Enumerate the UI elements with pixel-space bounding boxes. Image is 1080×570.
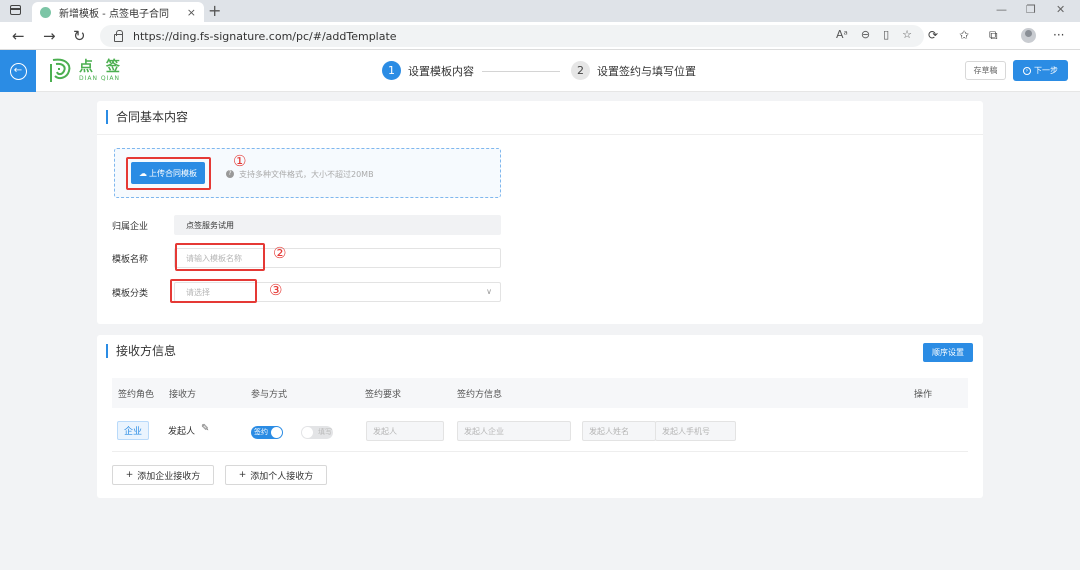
more-icon[interactable]: ···	[1053, 28, 1064, 42]
step-2: 2 设置签约与填写位置	[571, 61, 696, 80]
app-header: ← 点 签 DIAN QIAN 1 设置模板内容 2 设置签约与填写位置 存草稿…	[0, 50, 1080, 92]
step-1-number: 1	[382, 61, 401, 80]
step-2-label: 设置签约与填写位置	[597, 64, 696, 78]
signer-company-input[interactable]: 发起人企业	[457, 421, 571, 441]
save-draft-button[interactable]: 存草稿	[965, 61, 1006, 80]
column-header: 签约方信息	[457, 390, 503, 400]
signer-name-input[interactable]: 发起人姓名	[582, 421, 656, 441]
plus-icon: +	[125, 470, 134, 480]
annotation-box-3	[170, 279, 257, 303]
forward-arrow-icon[interactable]: →	[43, 27, 56, 45]
company-field: 点签服务试用	[174, 215, 501, 235]
edit-pencil-icon[interactable]: ✎	[201, 423, 209, 434]
signer-phone-input[interactable]: 发起人手机号	[655, 421, 736, 441]
back-arrow-icon[interactable]: ←	[12, 27, 25, 45]
browser-tab[interactable]: 新增模板 - 点签电子合同 ×	[32, 2, 204, 22]
logo-icon	[50, 58, 71, 82]
logo-text: 点 签	[79, 59, 124, 75]
requirement-input[interactable]: 发起人	[366, 421, 444, 441]
section-title: 接收方信息	[106, 344, 176, 358]
favorite-add-icon[interactable]: ☆	[902, 28, 912, 41]
collections-icon[interactable]: ⧉	[989, 28, 998, 43]
add-company-receiver-button[interactable]: + 添加企业接收方	[112, 465, 214, 485]
extensions-icon[interactable]: ⟳	[928, 28, 938, 42]
next-step-label: 下一步	[1034, 66, 1058, 75]
template-category-label: 模板分类	[112, 289, 149, 299]
read-aloud-icon[interactable]: Aᵃ	[836, 28, 848, 41]
column-header: 签约要求	[365, 390, 402, 400]
column-header: 签约角色	[118, 390, 155, 400]
browser-tab-bar: 新增模板 - 点签电子合同 × + — ❐ ✕	[0, 0, 1080, 22]
annotation-number-3: ③	[269, 281, 283, 299]
table-header: 签约角色 接收方 参与方式 签约要求 签约方信息 操作	[112, 378, 968, 408]
section-title: 合同基本内容	[106, 110, 188, 124]
annotation-box-2	[175, 243, 265, 271]
step-1: 1 设置模板内容	[382, 61, 474, 80]
annotation-number-1: ①	[233, 152, 247, 170]
close-window-button[interactable]: ✕	[1056, 3, 1065, 16]
address-bar[interactable]: https://ding.fs-signature.com/pc/#/addTe…	[100, 25, 924, 47]
order-settings-button[interactable]: 顺序设置	[923, 343, 973, 362]
upload-dropzone[interactable]: ☁ 上传合同模板 ① ? 支持多种文件格式，大小不超过20MB	[114, 148, 501, 198]
add-person-label: 添加个人接收方	[250, 471, 314, 482]
arrow-right-circle-icon: ›	[1023, 66, 1031, 75]
fill-toggle[interactable]: 填写	[301, 426, 333, 439]
restore-button[interactable]: ❐	[1026, 3, 1036, 16]
plus-icon: +	[238, 470, 247, 480]
url-text: https://ding.fs-signature.com/pc/#/addTe…	[133, 29, 397, 43]
logo-subtext: DIAN QIAN	[79, 75, 120, 82]
back-arrow-icon: ←	[9, 62, 27, 80]
column-header: 参与方式	[251, 390, 288, 400]
tab-close-icon[interactable]: ×	[187, 6, 196, 19]
annotation-box-1	[126, 157, 211, 190]
upload-hint: 支持多种文件格式，大小不超过20MB	[239, 170, 374, 179]
add-person-receiver-button[interactable]: + 添加个人接收方	[225, 465, 327, 485]
receiver-info-card: 接收方信息 顺序设置 签约角色 接收方 参与方式 签约要求 签约方信息 操作 企…	[97, 335, 983, 498]
help-icon: ?	[226, 170, 234, 178]
receiver-name: 发起人	[168, 427, 196, 437]
address-toolbar: ← → ↻ https://ding.fs-signature.com/pc/#…	[0, 22, 1080, 50]
favicon-icon	[40, 6, 51, 18]
chevron-down-icon: ∨	[486, 287, 492, 296]
lock-icon	[114, 29, 123, 42]
basic-content-card: 合同基本内容 ☁ 上传合同模板 ① ? 支持多种文件格式，大小不超过20MB 归…	[97, 101, 983, 324]
sign-toggle[interactable]: 签约	[251, 426, 283, 439]
step-connector	[482, 71, 560, 72]
step-1-label: 设置模板内容	[408, 64, 474, 78]
add-company-label: 添加企业接收方	[137, 471, 201, 482]
template-name-label: 模板名称	[112, 255, 149, 265]
back-button[interactable]: ←	[0, 50, 36, 92]
column-header: 操作	[914, 390, 933, 400]
refresh-icon[interactable]: ↻	[73, 27, 86, 45]
company-label: 归属企业	[112, 222, 149, 232]
annotation-number-2: ②	[273, 244, 287, 262]
table-row: 企业 发起人 ✎ 签约 填写 发起人 发起人企业 发起人姓名 发起人手机号	[112, 415, 968, 452]
next-step-button[interactable]: › 下一步	[1013, 60, 1068, 81]
tab-title: 新增模板 - 点签电子合同	[59, 8, 169, 20]
window-menu-icon[interactable]	[10, 5, 21, 15]
column-header: 接收方	[169, 390, 197, 400]
zoom-icon[interactable]: ⊖	[861, 28, 870, 41]
profile-avatar[interactable]	[1021, 28, 1036, 43]
step-2-number: 2	[571, 61, 590, 80]
minimize-button[interactable]: —	[996, 3, 1007, 16]
role-tag: 企业	[117, 421, 149, 440]
new-tab-button[interactable]: +	[208, 2, 221, 20]
favorites-icon[interactable]: ✩	[959, 28, 969, 42]
split-screen-icon[interactable]: ▯	[883, 28, 889, 41]
divider	[97, 134, 983, 135]
